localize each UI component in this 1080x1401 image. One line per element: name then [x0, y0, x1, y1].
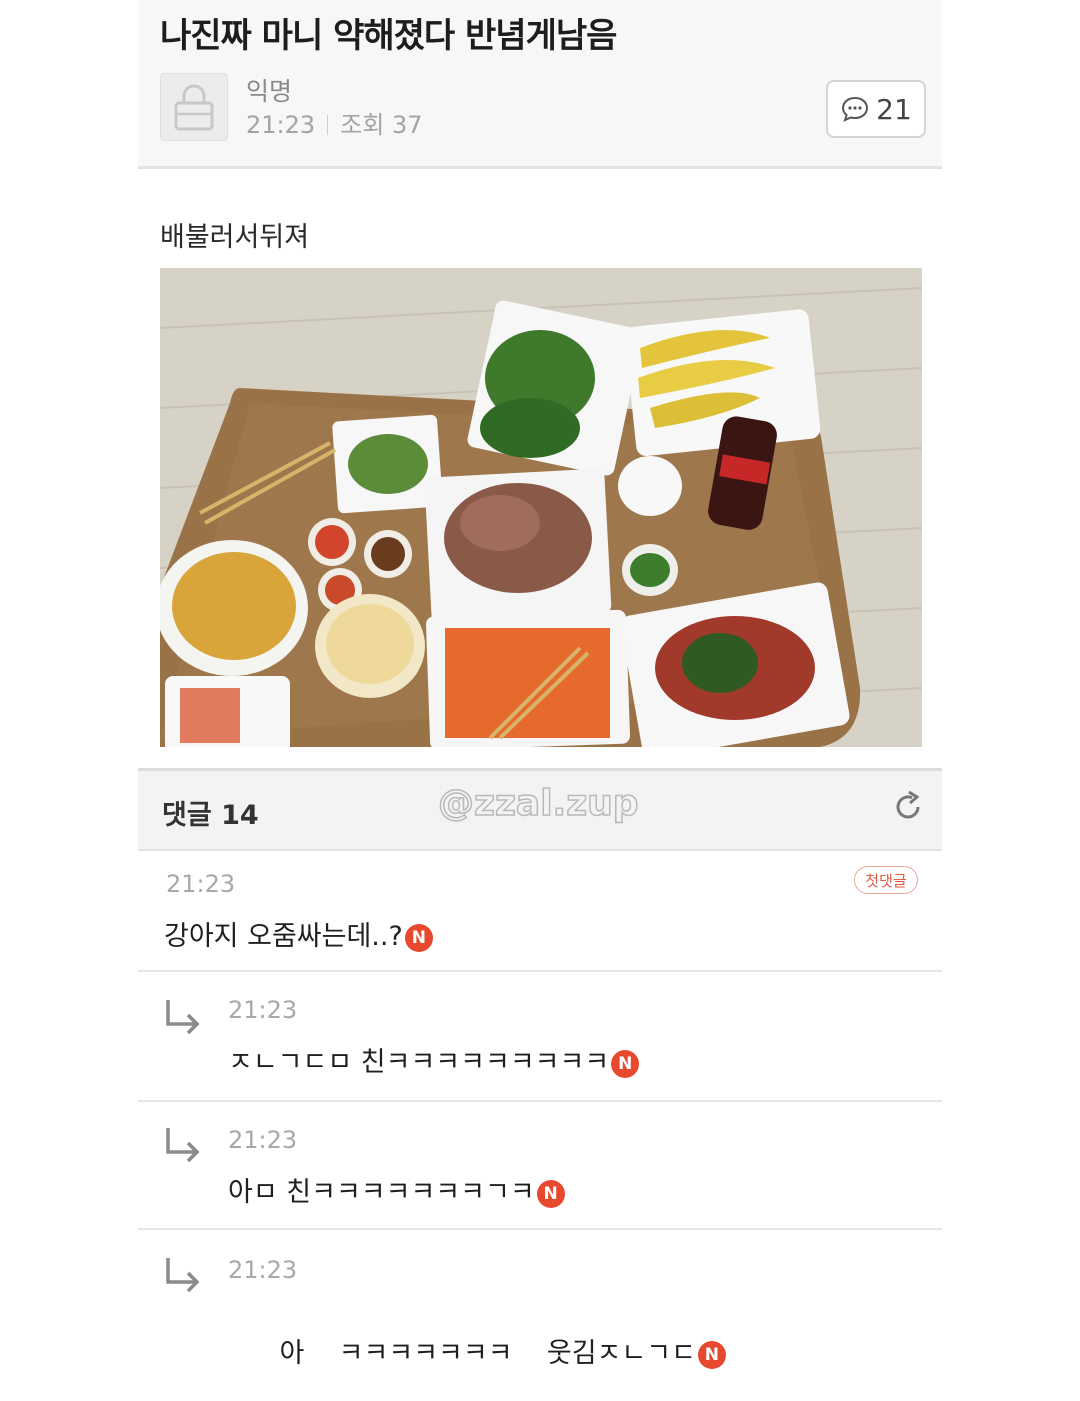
comment-text-row: ㅈㄴㄱㄷㅁ 친ㅋㅋㅋㅋㅋㅋㅋㅋㅋ N	[228, 1040, 640, 1079]
reply-item: 21:23 아ㅁ 친ㅋㅋㅋㅋㅋㅋㅋㄱㅋ N	[138, 1102, 942, 1230]
post-body-text: 배불러서뒤져	[160, 222, 310, 253]
new-badge: N	[697, 1341, 726, 1369]
comment-text: 아 ㅋㅋㅋㅋㅋㅋㅋ 웃김ㅈㄴㄱㄷ	[279, 1338, 696, 1369]
new-badge: N	[611, 1050, 640, 1078]
author-name: 익명	[246, 77, 293, 106]
avatar	[160, 73, 228, 141]
lock-icon	[174, 84, 214, 131]
view-count: 조회 37	[340, 111, 423, 139]
post-card: 나진짜 마니 약해졌다 반념게남음 익명 21:23 조회 37 21 배불러서뒤…	[138, 0, 942, 1369]
refresh-icon[interactable]	[890, 789, 926, 825]
watermark: @zzal.zup	[437, 782, 639, 825]
comment-text-row: 아ㅁ 친ㅋㅋㅋㅋㅋㅋㅋㄱㅋ N	[228, 1170, 565, 1209]
comment-text-row: 아 ㅋㅋㅋㅋㅋㅋㅋ 웃김ㅈㄴㄱㄷ N	[228, 1300, 726, 1401]
comment-time: 21:23	[228, 996, 298, 1024]
speech-bubble-icon	[842, 96, 869, 122]
comments-header: 댓글 14 @zzal.zup	[138, 768, 942, 851]
post-title: 나진짜 마니 약해졌다 반념게남음	[160, 16, 617, 56]
post-photo[interactable]	[160, 268, 922, 747]
comment-text: 아ㅁ 친ㅋㅋㅋㅋㅋㅋㅋㄱㅋ	[228, 1177, 535, 1208]
post-meta: 21:23 조회 37	[246, 105, 423, 140]
comment-count-button[interactable]: 21	[826, 80, 926, 138]
comment-time: 21:23	[228, 1256, 298, 1284]
comment-time: 21:23	[228, 1126, 298, 1154]
comment-text-row: 강아지 오줌싸는데..? N	[164, 914, 433, 953]
food-table-photo	[160, 268, 922, 747]
comment-text: 강아지 오줌싸는데..?	[164, 921, 403, 952]
meta-divider	[327, 115, 329, 135]
post-time: 21:23	[246, 111, 316, 139]
reply-arrow-icon	[166, 1128, 200, 1163]
comment-time: 21:23	[166, 870, 236, 898]
new-badge: N	[536, 1180, 565, 1208]
comment-count: 21	[876, 92, 912, 126]
new-badge: N	[404, 924, 433, 952]
reply-item: 21:23 아 ㅋㅋㅋㅋㅋㅋㅋ 웃김ㅈㄴㄱㄷ N	[138, 1230, 942, 1369]
comment-item: 21:23 첫댓글 강아지 오줌싸는데..? N	[138, 848, 942, 972]
reply-item: 21:23 ㅈㄴㄱㄷㅁ 친ㅋㅋㅋㅋㅋㅋㅋㅋㅋ N	[138, 972, 942, 1102]
reply-arrow-icon	[166, 1000, 200, 1035]
first-comment-badge: 첫댓글	[854, 866, 918, 894]
comment-text: ㅈㄴㄱㄷㅁ 친ㅋㅋㅋㅋㅋㅋㅋㅋㅋ	[228, 1047, 610, 1078]
comments-count-label: 댓글 14	[162, 800, 259, 831]
post-header: 나진짜 마니 약해졌다 반념게남음 익명 21:23 조회 37 21	[138, 0, 942, 169]
reply-arrow-icon	[166, 1258, 200, 1293]
